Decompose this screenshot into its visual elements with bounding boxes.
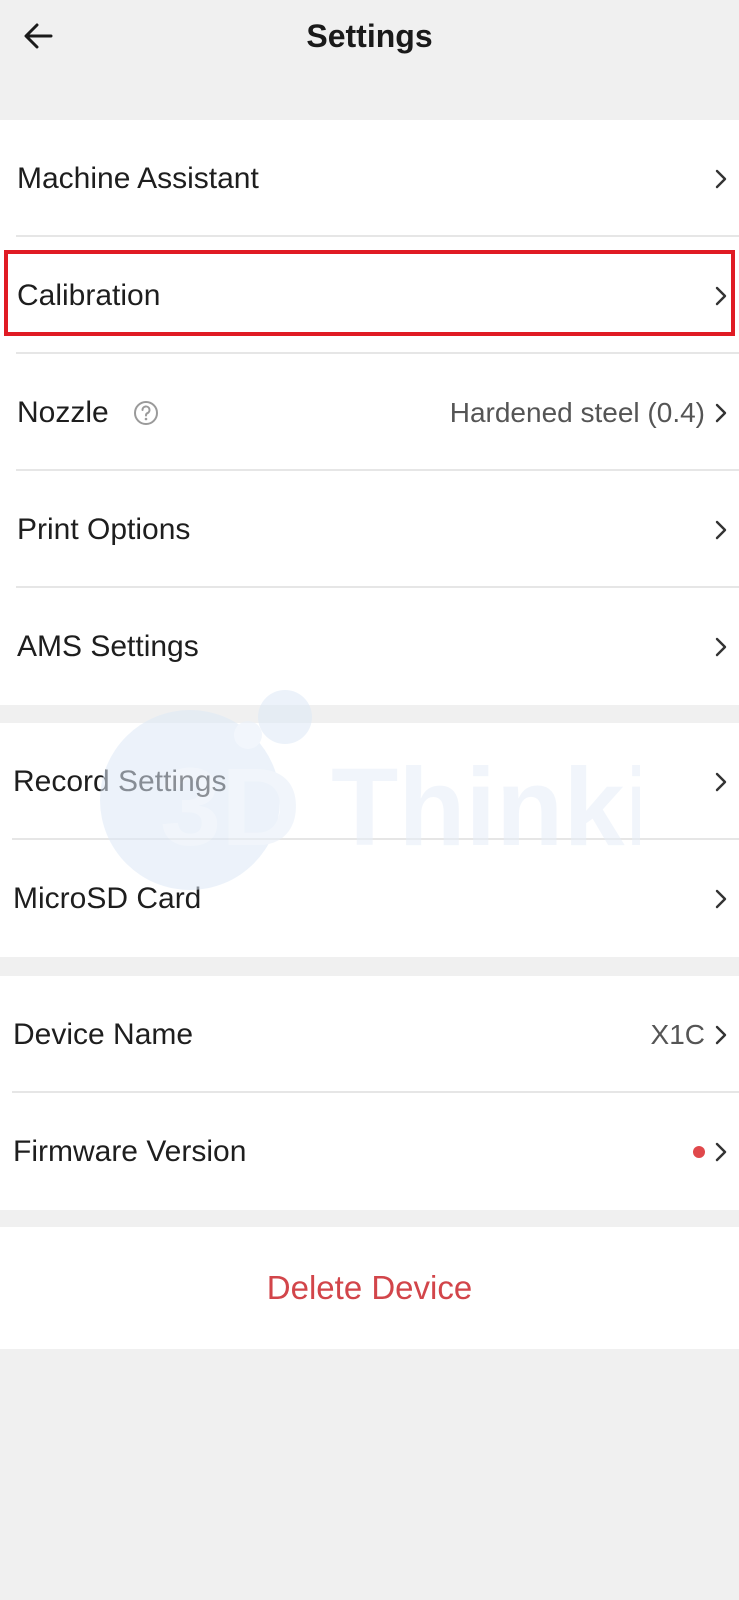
firmware-version-row[interactable]: Firmware Version (0, 1093, 739, 1210)
nozzle-row[interactable]: Nozzle Hardened steel (0.4) (0, 354, 739, 471)
print-options-label: Print Options (17, 512, 191, 546)
storage-settings-group: Record Settings MicroSD Card (0, 723, 739, 957)
question-circle-icon[interactable] (133, 400, 159, 426)
nozzle-value: Hardened steel (0.4) (449, 396, 705, 428)
microsd-card-label: MicroSD Card (13, 881, 202, 915)
record-settings-row[interactable]: Record Settings (0, 723, 739, 840)
update-badge (693, 1145, 705, 1158)
print-options-row[interactable]: Print Options (0, 471, 739, 588)
device-name-label: Device Name (13, 1017, 194, 1051)
ams-settings-row[interactable]: AMS Settings (0, 588, 739, 705)
page-title: Settings (306, 18, 433, 54)
firmware-version-label: Firmware Version (13, 1134, 247, 1168)
device-name-value: X1C (650, 1018, 705, 1050)
delete-group: Delete Device (0, 1227, 739, 1349)
delete-device-button[interactable]: Delete Device (0, 1227, 739, 1349)
chevron-right-icon (715, 286, 727, 305)
chevron-right-icon (715, 889, 727, 908)
chevron-right-icon (715, 772, 727, 791)
delete-device-label: Delete Device (266, 1269, 473, 1306)
device-settings-group: Machine Assistant Calibration Nozzle Har… (0, 120, 739, 705)
calibration-label: Calibration (17, 278, 161, 312)
machine-assistant-row[interactable]: Machine Assistant (0, 120, 739, 237)
device-name-row[interactable]: Device Name X1C (0, 976, 739, 1093)
device-info-group: Device Name X1C Firmware Version (0, 976, 739, 1210)
calibration-row[interactable]: Calibration (0, 237, 739, 354)
chevron-right-icon (715, 520, 727, 539)
chevron-right-icon (715, 1142, 727, 1161)
ams-settings-label: AMS Settings (17, 629, 199, 663)
chevron-right-icon (715, 1025, 727, 1044)
nozzle-label: Nozzle (17, 395, 109, 429)
chevron-right-icon (715, 637, 727, 656)
record-settings-label: Record Settings (13, 764, 227, 798)
machine-assistant-label: Machine Assistant (17, 161, 259, 195)
microsd-card-row[interactable]: MicroSD Card (0, 840, 739, 957)
chevron-right-icon (715, 169, 727, 188)
header-bar: Settings (0, 0, 739, 78)
chevron-right-icon (715, 403, 727, 422)
